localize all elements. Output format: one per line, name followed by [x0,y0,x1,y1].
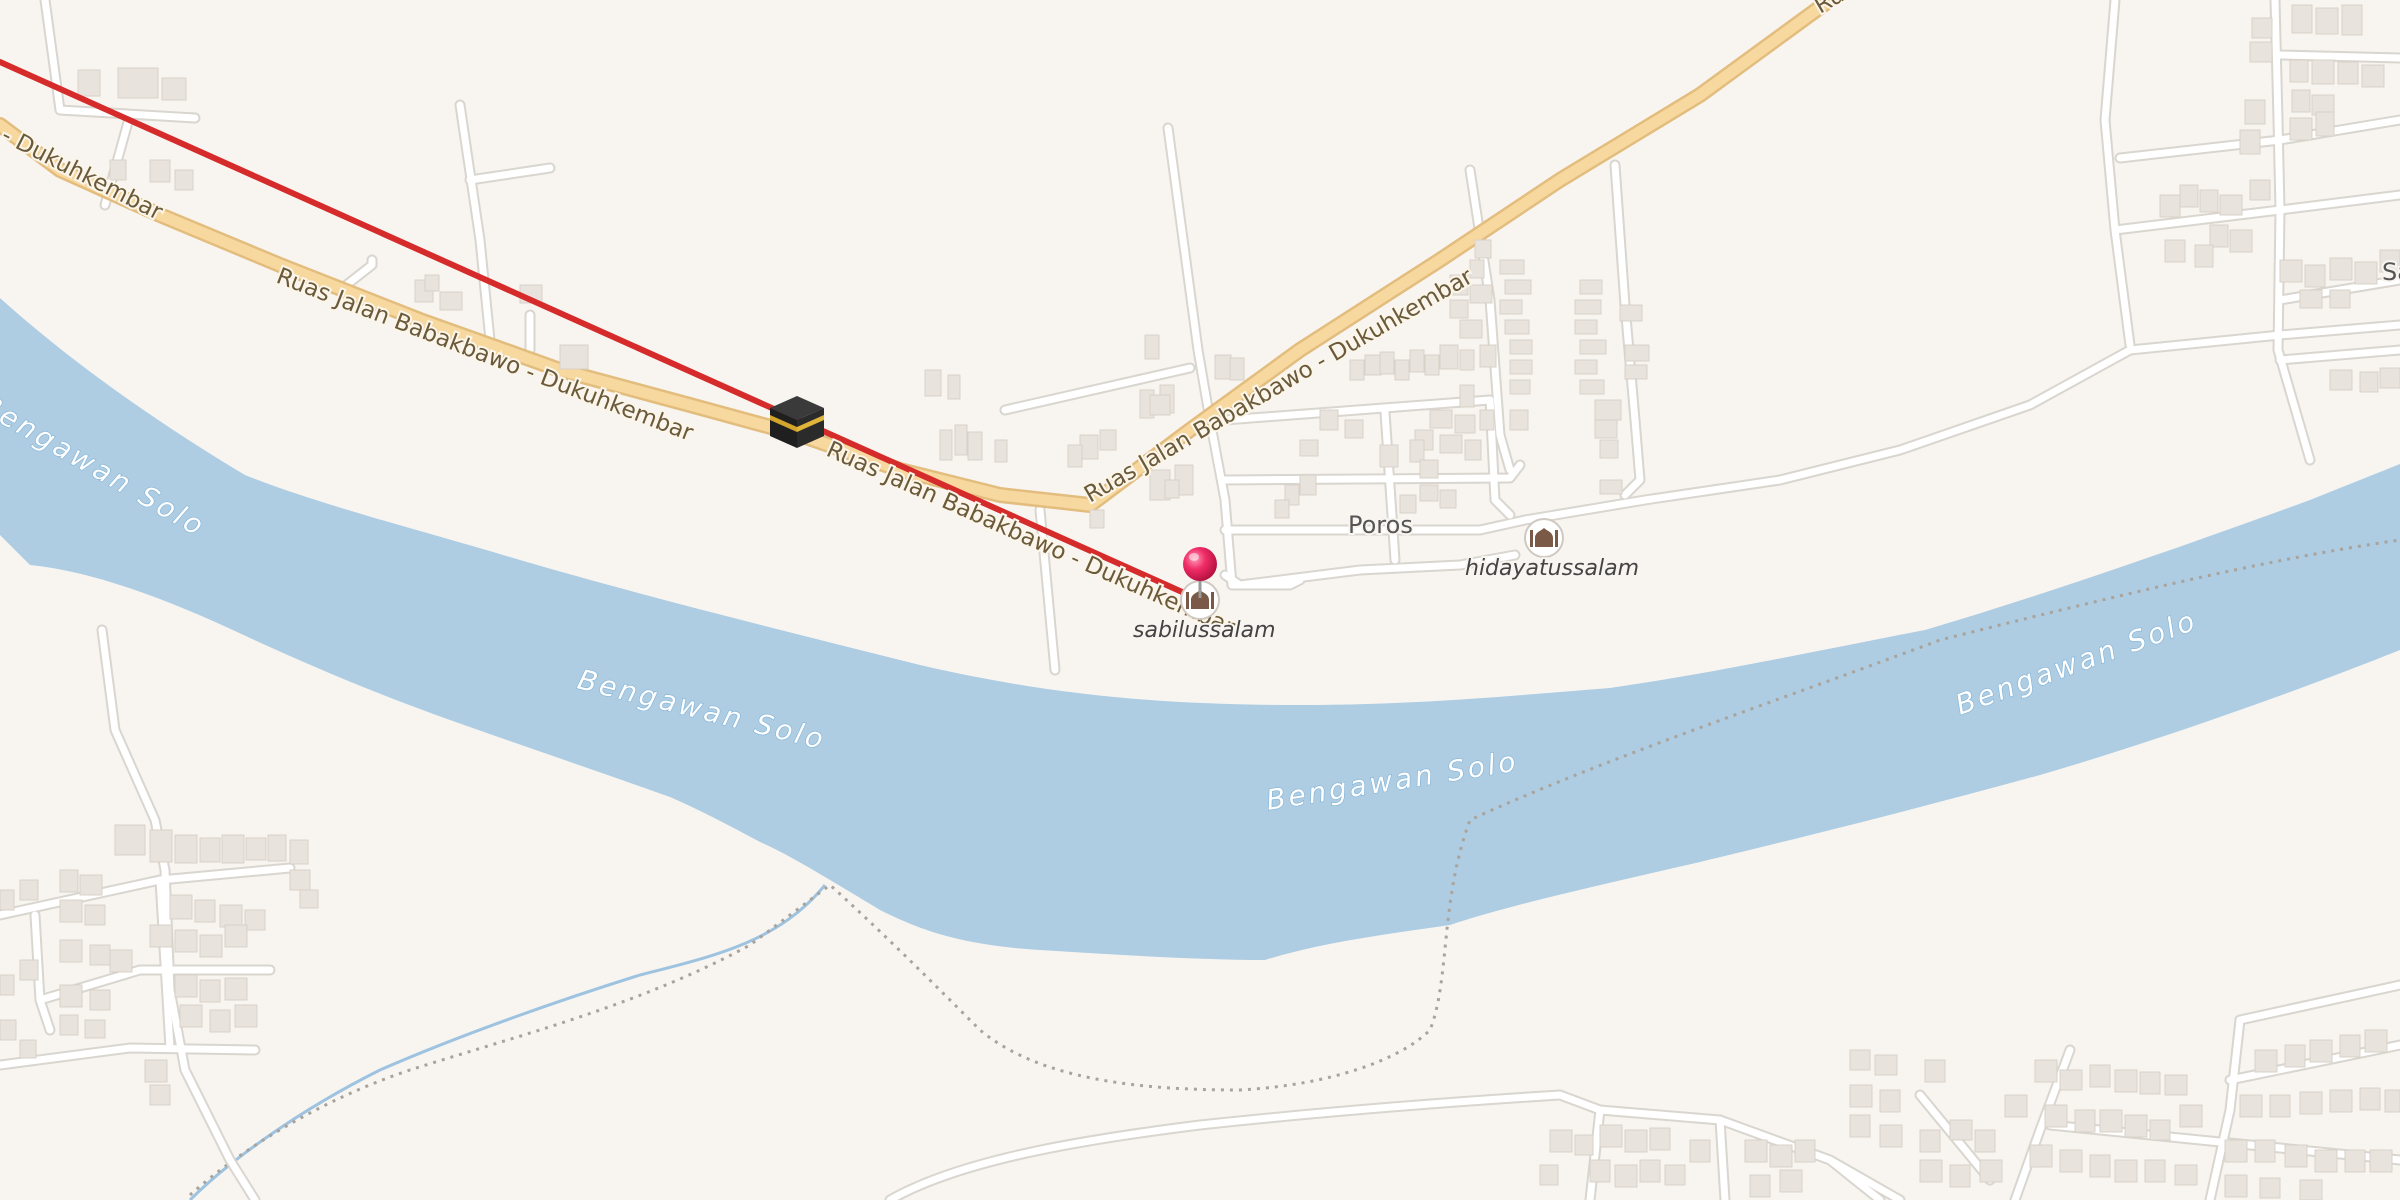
map-canvas[interactable]: - Dukuhkembar Ruas Jalan Babakbawo - Duk… [0,0,2400,1200]
place-label-poros: Poros [1348,511,1413,539]
place-label-sa: Sa [2382,258,2400,286]
mosque-icon [1524,518,1564,558]
poi-label-sabilussalam: sabilussalam [1133,618,1276,643]
poi-label-hidayatussalam: hidayatussalam [1465,556,1639,581]
